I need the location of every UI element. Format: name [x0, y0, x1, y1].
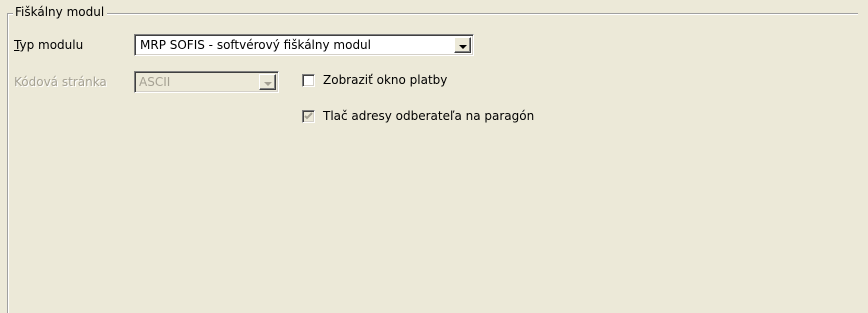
chevron-down-icon	[459, 45, 467, 49]
module-type-label: Typ modulu	[14, 37, 83, 53]
groupbox-title: Fiškálny modul	[13, 4, 108, 21]
show-payment-window-checkbox[interactable]	[302, 74, 315, 87]
chevron-down-icon	[264, 82, 272, 86]
module-type-label-text: yp modulu	[19, 38, 84, 52]
print-customer-address-checkbox[interactable]	[302, 110, 315, 123]
print-customer-address-label[interactable]: Tlač adresy odberateľa na paragón	[323, 108, 534, 124]
fiscal-module-groupbox	[7, 13, 858, 313]
module-type-combobox[interactable]: MRP SOFIS - softvérový fiškálny modul	[134, 34, 474, 56]
code-page-selected-value: ASCII	[139, 75, 171, 89]
module-type-dropdown-button[interactable]	[454, 37, 471, 53]
code-page-label: Kódová stránka	[14, 75, 107, 89]
show-payment-window-label[interactable]: Zobraziť okno platby	[323, 72, 447, 88]
checkmark-icon	[304, 112, 313, 120]
code-page-combobox[interactable]: ASCII	[134, 71, 279, 93]
module-type-selected-value: MRP SOFIS - softvérový fiškálny modul	[140, 38, 371, 52]
code-page-dropdown-button[interactable]	[259, 74, 276, 90]
